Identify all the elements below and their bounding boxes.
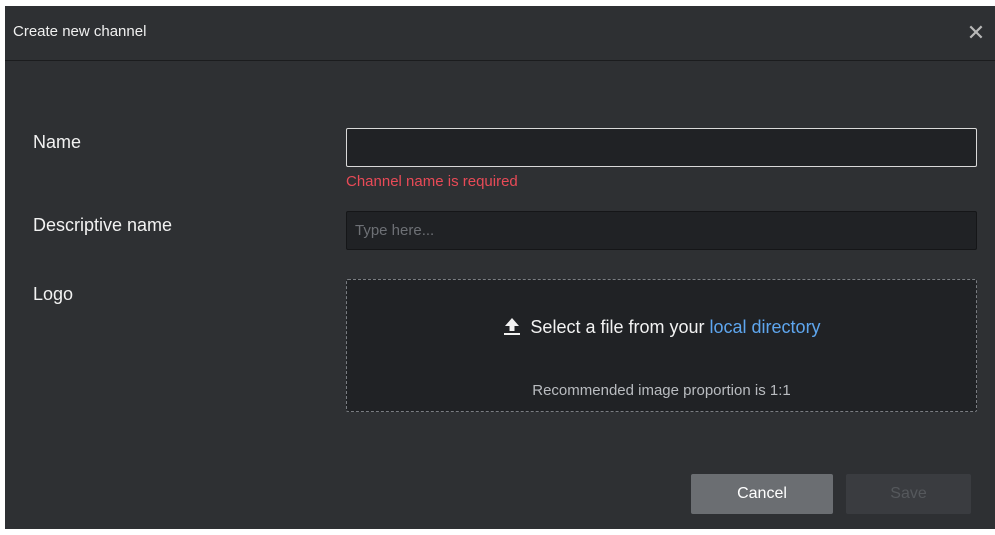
logo-label: Logo: [33, 284, 74, 304]
save-button[interactable]: Save: [846, 474, 971, 514]
dialog-titlebar: Create new channel ✕: [5, 6, 995, 61]
upload-hint: Recommended image proportion is 1:1: [532, 382, 791, 399]
name-label: Name: [33, 132, 82, 152]
descriptive-name-label: Descriptive name: [33, 215, 173, 235]
upload-icon: [502, 316, 522, 341]
local-directory-link[interactable]: local directory: [710, 317, 821, 337]
close-icon[interactable]: ✕: [963, 20, 989, 46]
name-error-message: Channel name is required: [346, 173, 518, 190]
logo-dropzone[interactable]: Select a file from your local directory …: [346, 279, 977, 412]
upload-text: Select a file from your: [530, 317, 705, 337]
descriptive-name-input[interactable]: [346, 211, 977, 250]
dialog-title: Create new channel: [13, 23, 147, 40]
name-input[interactable]: [346, 128, 977, 167]
create-channel-dialog: Create new channel ✕ Name Channel name i…: [5, 6, 995, 529]
cancel-button[interactable]: Cancel: [691, 474, 833, 514]
upload-row: Select a file from your local directory: [347, 316, 976, 341]
